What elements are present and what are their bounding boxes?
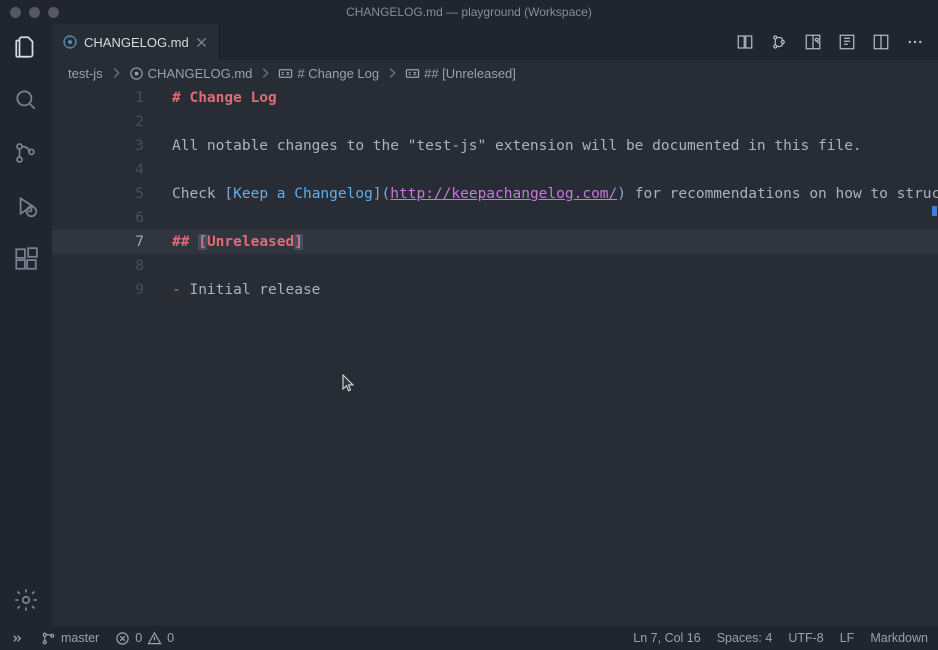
tab-changelog[interactable]: CHANGELOG.md bbox=[52, 24, 220, 60]
preview-file-icon bbox=[62, 34, 78, 50]
code-line[interactable] bbox=[172, 254, 918, 278]
code-area[interactable]: # Change Log All notable changes to the … bbox=[172, 86, 918, 302]
status-indent[interactable]: Spaces: 4 bbox=[717, 631, 773, 645]
status-branch[interactable]: master bbox=[41, 631, 99, 646]
compare-changes-icon[interactable] bbox=[736, 33, 754, 51]
code-line[interactable]: # Change Log bbox=[172, 86, 918, 110]
window-title: CHANGELOG.md — playground (Workspace) bbox=[0, 5, 938, 19]
chevron-right-icon bbox=[109, 66, 123, 80]
preview-file-icon bbox=[129, 66, 144, 81]
warning-icon bbox=[147, 631, 162, 646]
breadcrumb-h2[interactable]: ## [Unreleased] bbox=[405, 66, 516, 81]
breadcrumb-file[interactable]: CHANGELOG.md bbox=[129, 66, 253, 81]
remote-indicator[interactable] bbox=[10, 631, 25, 646]
status-problems[interactable]: 0 0 bbox=[115, 631, 174, 646]
status-language[interactable]: Markdown bbox=[870, 631, 928, 645]
status-lncol[interactable]: Ln 7, Col 16 bbox=[633, 631, 700, 645]
search-icon[interactable] bbox=[13, 87, 39, 116]
code-line[interactable]: ## [Unreleased] bbox=[172, 230, 918, 254]
code-line[interactable] bbox=[172, 158, 918, 182]
chevron-right-icon bbox=[258, 66, 272, 80]
activity-bar bbox=[0, 24, 52, 626]
extensions-icon[interactable] bbox=[13, 246, 39, 275]
title-bar: CHANGELOG.md — playground (Workspace) bbox=[0, 0, 938, 24]
git-branch-icon bbox=[41, 631, 56, 646]
status-encoding[interactable]: UTF-8 bbox=[788, 631, 823, 645]
breadcrumb-root[interactable]: test-js bbox=[68, 66, 103, 81]
settings-gear-icon[interactable] bbox=[13, 587, 39, 616]
breadcrumb: test-js CHANGELOG.md # Change Log ## [Un… bbox=[52, 60, 938, 86]
status-eol[interactable]: LF bbox=[840, 631, 855, 645]
explorer-icon[interactable] bbox=[13, 34, 39, 63]
symbol-string-icon bbox=[405, 66, 420, 81]
more-actions-icon[interactable] bbox=[906, 33, 924, 51]
error-icon bbox=[115, 631, 130, 646]
run-debug-icon[interactable] bbox=[13, 193, 39, 222]
code-line[interactable]: All notable changes to the "test-js" ext… bbox=[172, 134, 918, 158]
code-line[interactable]: Check [Keep a Changelog](http://keepacha… bbox=[172, 182, 918, 206]
run-file-icon[interactable] bbox=[838, 33, 856, 51]
tabs-row: CHANGELOG.md bbox=[52, 24, 938, 60]
ruler-mark bbox=[932, 206, 937, 216]
gutter: 1 2 3 4 5 6 7 8 9 bbox=[52, 86, 162, 626]
mouse-cursor-icon bbox=[342, 374, 354, 392]
chevron-right-icon bbox=[385, 66, 399, 80]
code-line[interactable]: - Initial release bbox=[172, 278, 918, 302]
editor-actions bbox=[736, 24, 938, 60]
symbol-string-icon bbox=[278, 66, 293, 81]
open-preview-icon[interactable] bbox=[804, 33, 822, 51]
tab-label: CHANGELOG.md bbox=[84, 35, 189, 50]
code-line[interactable] bbox=[172, 206, 918, 230]
split-editor-icon[interactable] bbox=[872, 33, 890, 51]
breadcrumb-h1[interactable]: # Change Log bbox=[278, 66, 379, 81]
overview-ruler[interactable] bbox=[924, 86, 938, 626]
code-line[interactable] bbox=[172, 110, 918, 134]
editor[interactable]: 1 2 3 4 5 6 7 8 9 # Change Log All notab… bbox=[52, 86, 938, 626]
tab-close-icon[interactable] bbox=[195, 35, 209, 49]
open-changes-icon[interactable] bbox=[770, 33, 788, 51]
status-bar: master 0 0 Ln 7, Col 16 Spaces: 4 UTF-8 … bbox=[0, 626, 938, 650]
source-control-icon[interactable] bbox=[13, 140, 39, 169]
